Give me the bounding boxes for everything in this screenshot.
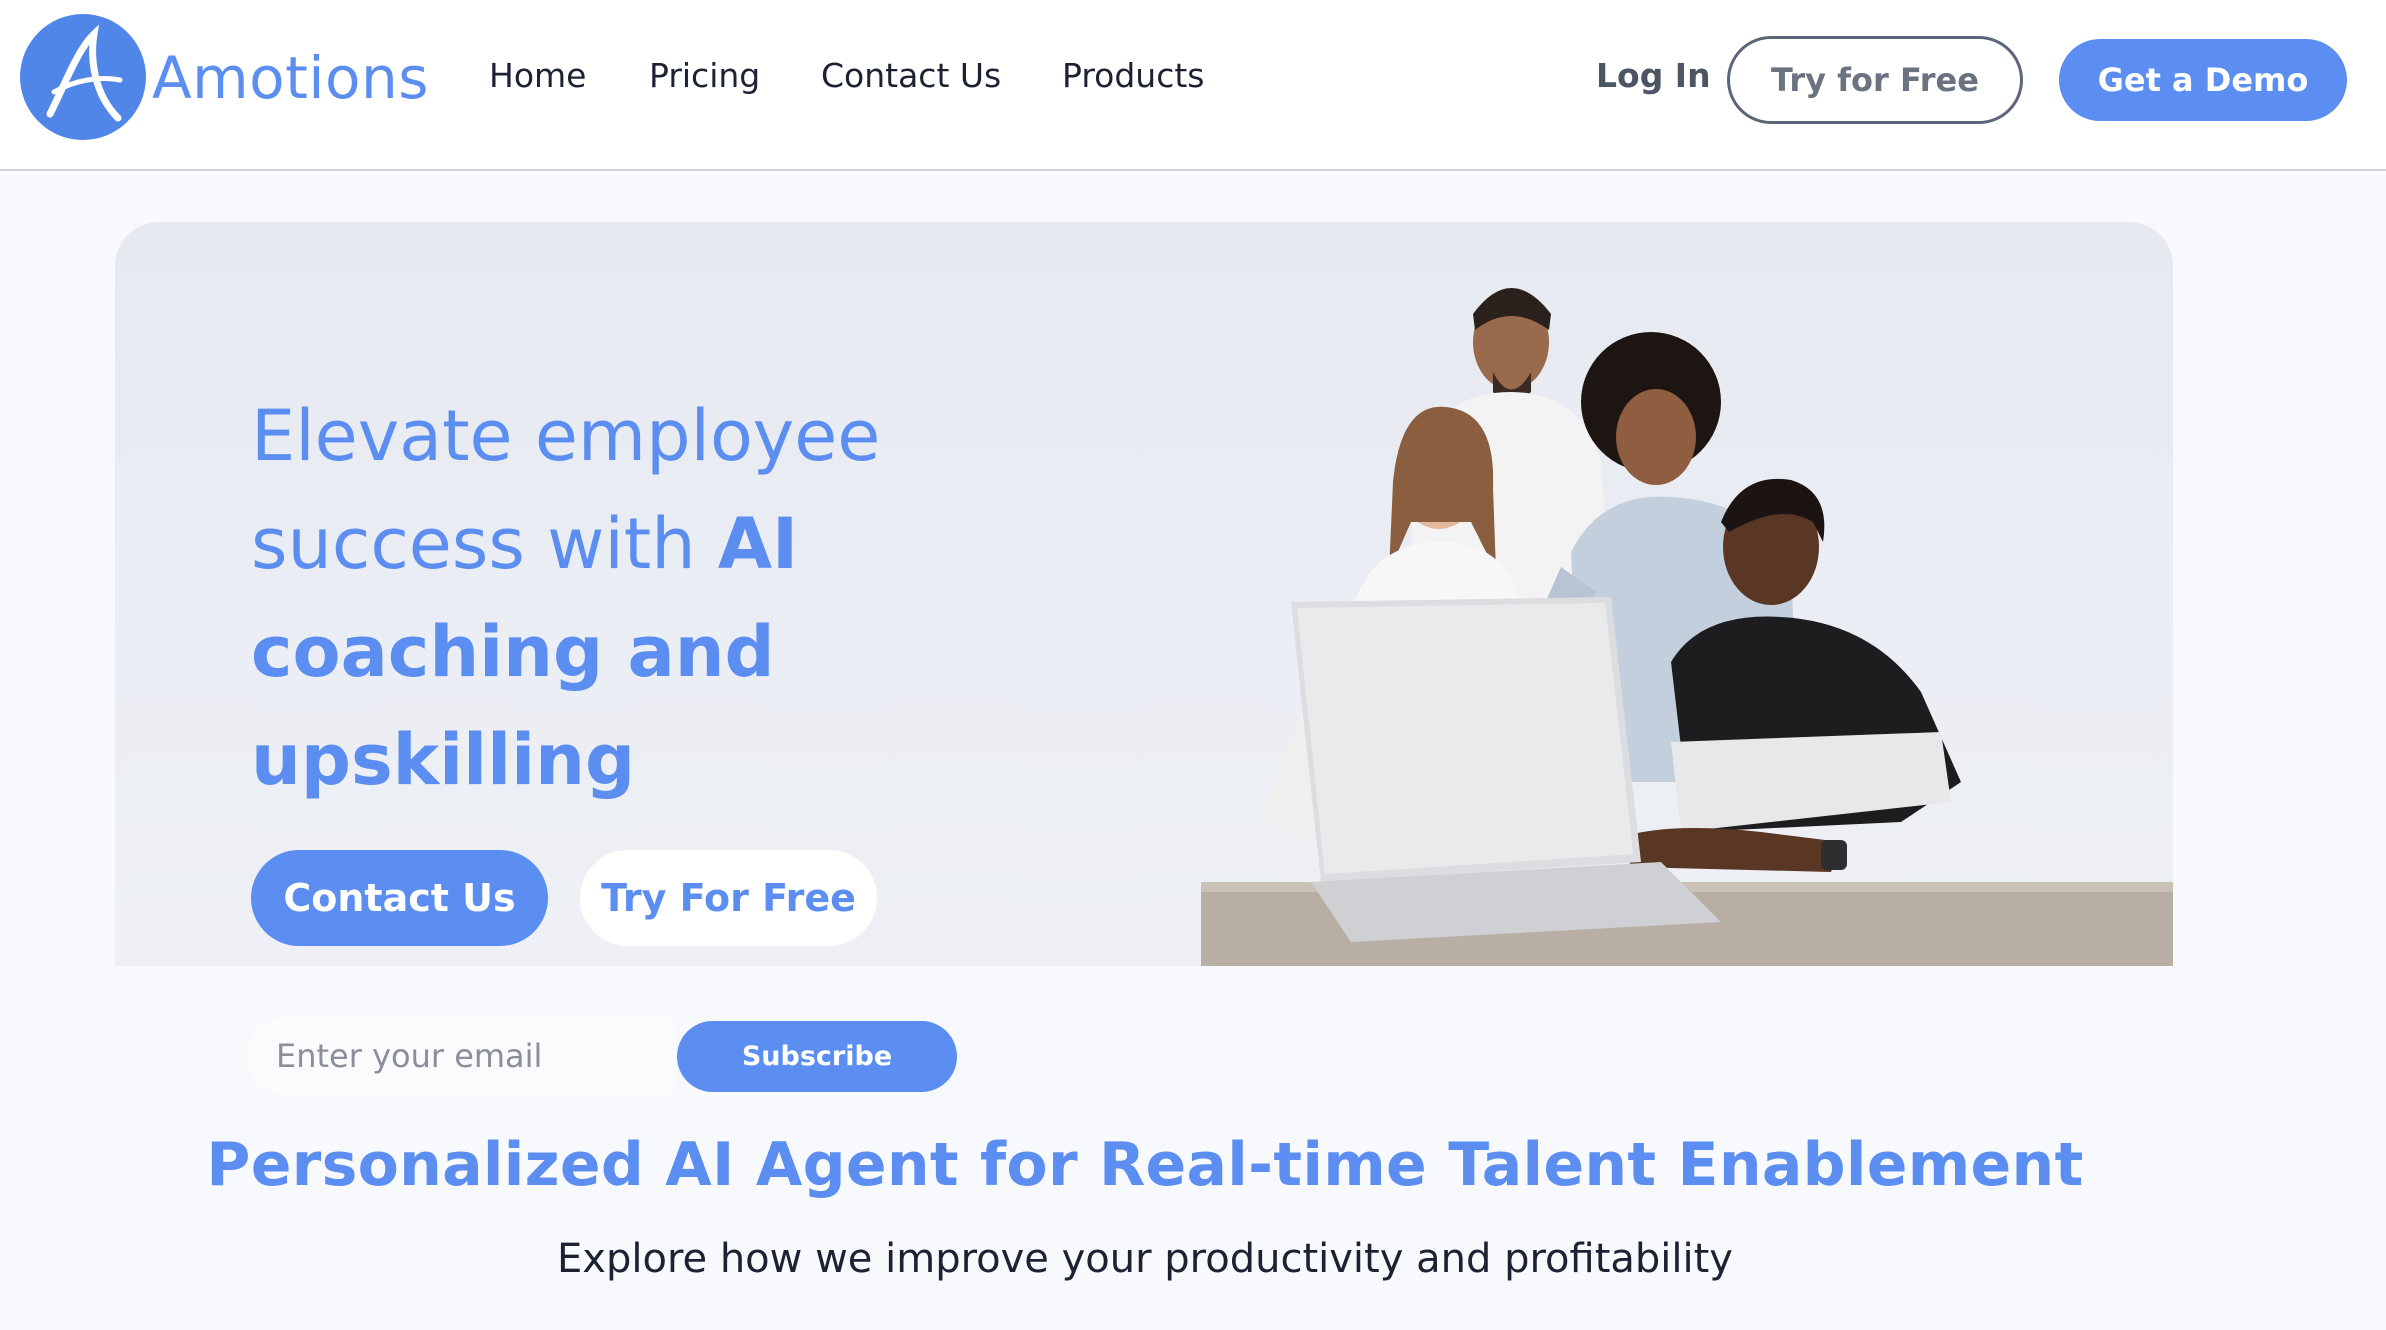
try-for-free-button[interactable]: Try for Free	[1727, 36, 2023, 124]
subscribe-button[interactable]: Subscribe	[677, 1021, 957, 1092]
team-at-laptop-photo	[1201, 222, 2173, 966]
get-a-demo-button[interactable]: Get a Demo	[2059, 39, 2347, 121]
hero-section: Elevate employee success with AI coachin…	[115, 222, 2173, 966]
hero-try-for-free-button[interactable]: Try For Free	[580, 850, 877, 946]
nav-home[interactable]: Home	[489, 56, 586, 95]
section-subtext: Explore how we improve your productivity…	[557, 1236, 1733, 1282]
amotions-logo-icon[interactable]	[20, 14, 146, 140]
email-input[interactable]	[246, 1018, 676, 1094]
section-heading: Personalized AI Agent for Real-time Tale…	[206, 1130, 2084, 1200]
hero-headline: Elevate employee success with AI coachin…	[251, 382, 1011, 814]
nav-products[interactable]: Products	[1062, 56, 1205, 95]
nav-contact-us[interactable]: Contact Us	[821, 56, 1001, 95]
brand-name[interactable]: Amotions	[152, 44, 429, 112]
hero-contact-us-button[interactable]: Contact Us	[251, 850, 548, 946]
login-link[interactable]: Log In	[1596, 56, 1711, 95]
site-header: Amotions Home Pricing Contact Us Product…	[0, 0, 2386, 171]
nav-pricing[interactable]: Pricing	[649, 56, 760, 95]
